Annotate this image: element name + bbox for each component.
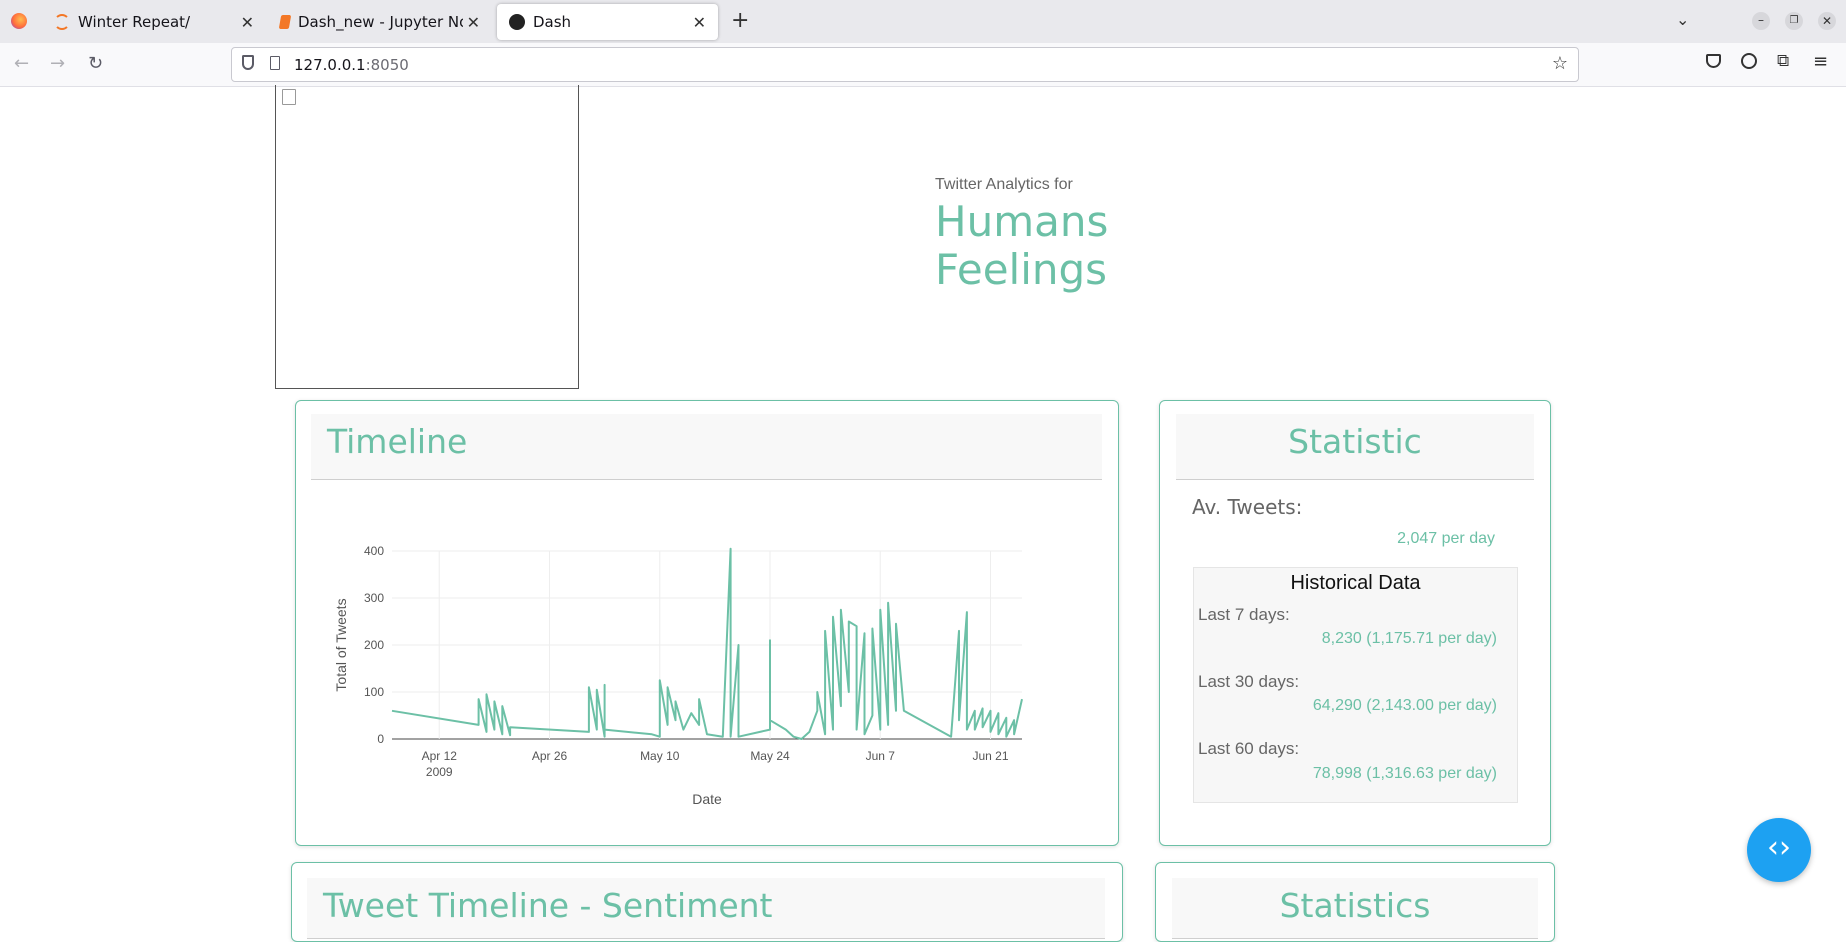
y-tick-label: 300 xyxy=(364,591,384,605)
restore-icon[interactable]: ❐ xyxy=(1785,12,1803,30)
bookmark-star-icon[interactable]: ☆ xyxy=(1552,53,1568,74)
x-tick-year-label: 2009 xyxy=(426,765,453,779)
y-tick-label: 100 xyxy=(364,685,384,699)
pocket-icon[interactable] xyxy=(1706,54,1721,68)
hist-value-30: 64,290 (2,143.00 per day) xyxy=(1312,697,1497,714)
page-icon xyxy=(270,56,280,70)
code-icon: ‹› xyxy=(1767,830,1791,865)
browser-nav-bar: ← → ↻ 127.0.0.1:8050 ☆ ⧉ ≡ xyxy=(0,43,1846,87)
x-tick-label: May 10 xyxy=(640,749,680,763)
close-icon[interactable]: ✕ xyxy=(467,13,480,32)
y-tick-label: 200 xyxy=(364,638,384,652)
avg-tweets-value: 2,047 per day xyxy=(1397,530,1495,547)
x-tick-label: Apr 12 xyxy=(422,749,458,763)
menu-icon[interactable]: ≡ xyxy=(1813,51,1828,72)
url-host: 127.0.0.1 xyxy=(294,56,366,74)
y-tick-label: 400 xyxy=(364,544,384,558)
y-axis-title: Total of Tweets xyxy=(333,598,349,691)
sentiment-title: Tweet Timeline - Sentiment xyxy=(323,886,773,925)
firefox-icon[interactable] xyxy=(11,13,27,29)
shield-icon[interactable] xyxy=(242,55,254,70)
minimize-icon[interactable]: – xyxy=(1752,12,1770,30)
statistics-title: Statistics xyxy=(1279,886,1431,925)
close-window-icon[interactable]: ✕ xyxy=(1818,12,1836,30)
x-axis-title: Date xyxy=(692,791,722,807)
logo-image xyxy=(275,85,579,389)
browser-tab-bar: Winter Repeat/ ✕ Dash_new - Jupyter Note… xyxy=(0,0,1846,43)
hist-value-60: 78,998 (1,316.63 per day) xyxy=(1312,765,1497,782)
hist-label-7: Last 7 days: xyxy=(1198,605,1290,624)
list-tabs-icon[interactable]: ⌄ xyxy=(1676,10,1689,29)
hist-label-30: Last 30 days: xyxy=(1198,672,1300,691)
reload-icon[interactable]: ↻ xyxy=(88,53,103,74)
forward-icon[interactable]: → xyxy=(50,53,65,74)
jupyter-icon xyxy=(54,14,70,30)
tab-dash[interactable]: Dash ✕ xyxy=(497,4,718,40)
y-tick-label: 0 xyxy=(377,732,384,746)
series-line xyxy=(391,547,1023,740)
broken-image-icon xyxy=(282,89,296,105)
tab-label: Dash xyxy=(533,13,572,31)
timeline-chart[interactable]: 0 100 200 300 400 Apr 12 Apr 26 May 10 May 24 Jun… xyxy=(320,520,1040,820)
hist-value-7: 8,230 (1,175.71 per day) xyxy=(1321,630,1497,647)
historical-data-panel: Historical Data Last 7 days: 8,230 (1,17… xyxy=(1193,567,1518,803)
account-icon[interactable] xyxy=(1741,53,1757,69)
hero-title: Humans Feelings xyxy=(935,198,1108,294)
hist-label-60: Last 60 days: xyxy=(1198,739,1300,758)
new-tab-icon[interactable]: + xyxy=(731,8,749,33)
code-toggle-button[interactable]: ‹› xyxy=(1747,818,1811,882)
hero-title-line2: Feelings xyxy=(935,245,1108,294)
tab-label: Dash_new - Jupyter Note xyxy=(298,13,463,31)
notebook-icon xyxy=(278,15,292,29)
back-icon[interactable]: ← xyxy=(14,53,29,74)
tab-label: Winter Repeat/ xyxy=(78,13,191,31)
close-icon[interactable]: ✕ xyxy=(693,13,706,32)
statistic-title: Statistic xyxy=(1288,422,1422,461)
tab-winter-repeat[interactable]: Winter Repeat/ ✕ xyxy=(42,4,266,40)
historical-data-title: Historical Data xyxy=(1290,572,1421,594)
x-tick-label: Jun 7 xyxy=(866,749,896,763)
tab-dash-new-notebook[interactable]: Dash_new - Jupyter Note ✕ xyxy=(268,4,492,40)
hero-title-line1: Humans xyxy=(935,197,1109,246)
hero-subtitle: Twitter Analytics for xyxy=(935,176,1073,193)
url-port: :8050 xyxy=(365,56,409,74)
close-icon[interactable]: ✕ xyxy=(241,13,254,32)
url-text[interactable]: 127.0.0.1:8050 xyxy=(294,56,409,74)
url-bar[interactable]: 127.0.0.1:8050 ☆ xyxy=(231,47,1579,82)
x-tick-label: May 24 xyxy=(750,749,790,763)
x-tick-label: Apr 26 xyxy=(532,749,568,763)
x-tick-label: Jun 21 xyxy=(972,749,1008,763)
dash-icon xyxy=(509,14,525,30)
timeline-title: Timeline xyxy=(327,422,468,461)
extensions-icon[interactable]: ⧉ xyxy=(1777,51,1789,71)
avg-tweets-label: Av. Tweets: xyxy=(1192,495,1303,519)
